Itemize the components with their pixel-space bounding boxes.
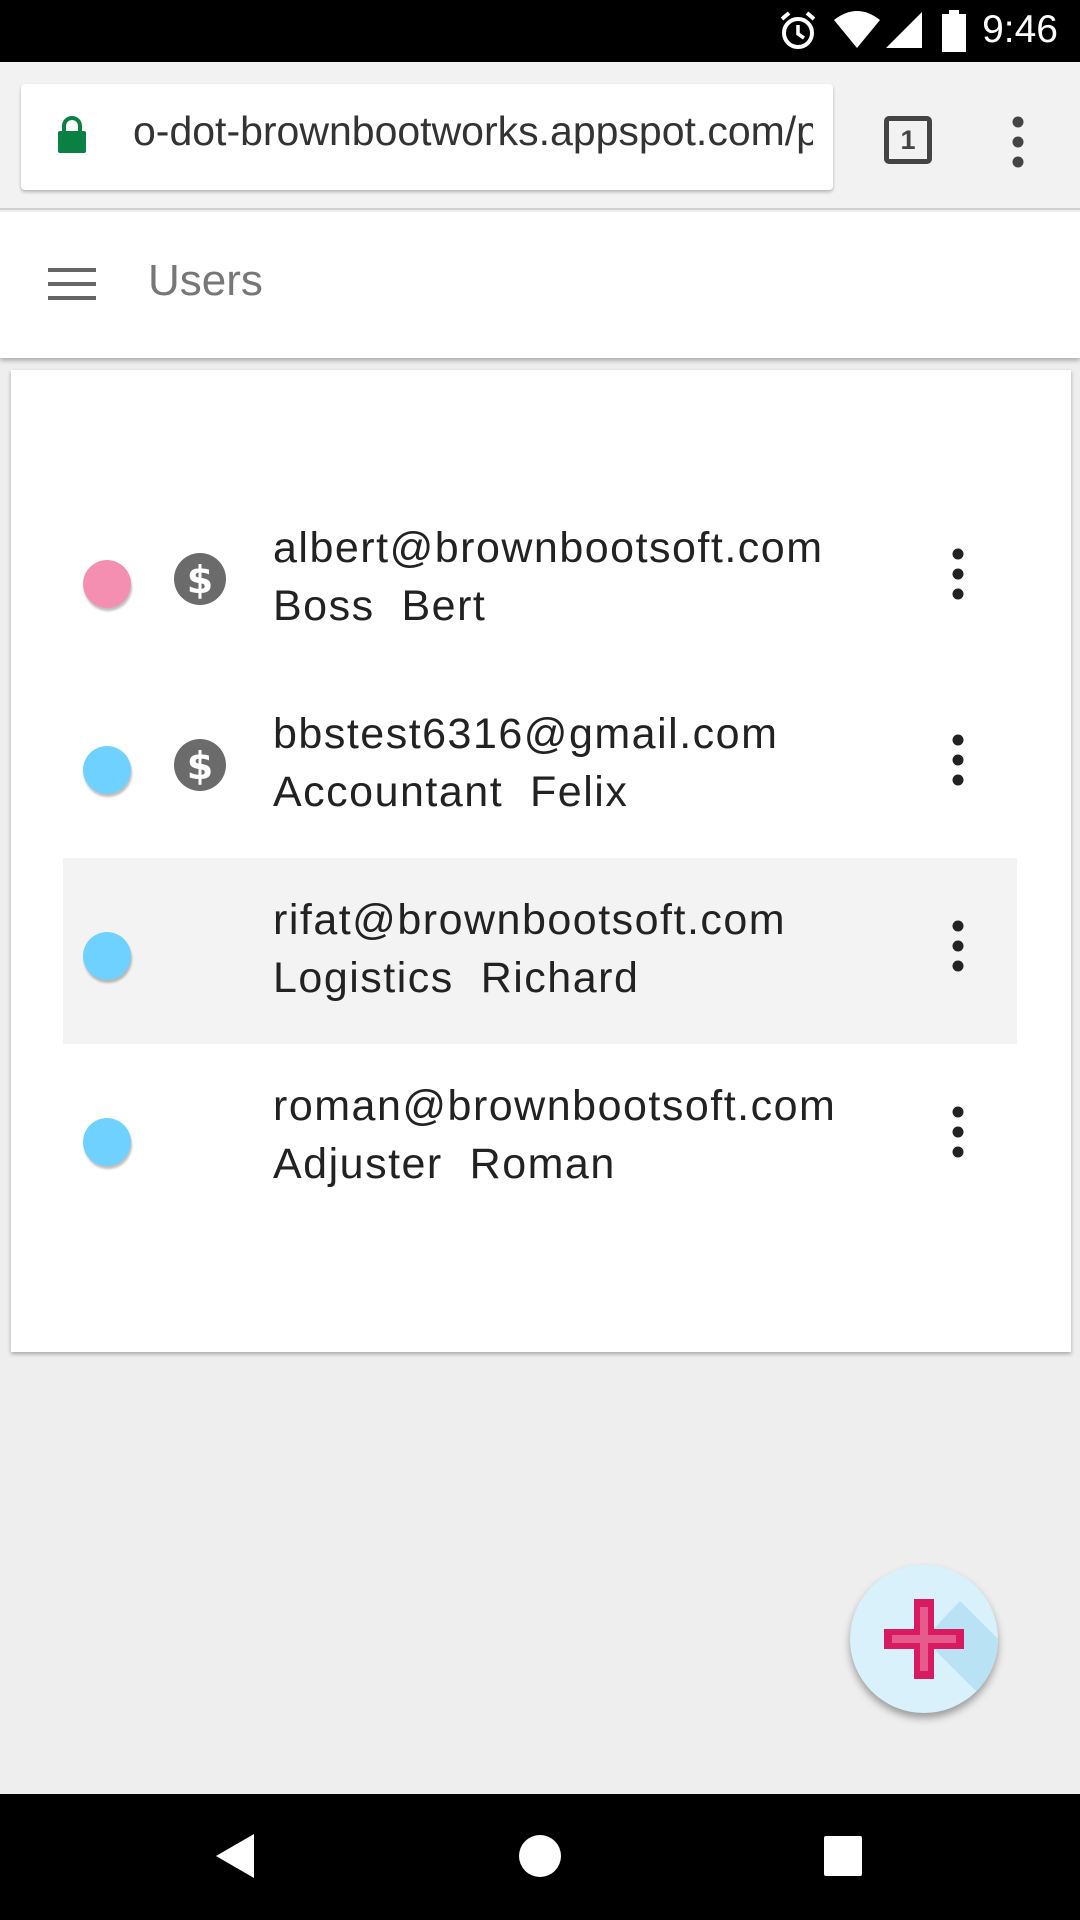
user-name: Logistics Richard (273, 954, 640, 1002)
user-name: Boss Bert (273, 582, 487, 630)
back-icon[interactable] (214, 1832, 256, 1885)
overflow-menu-icon[interactable] (1000, 112, 1036, 172)
svg-text:$: $ (187, 558, 213, 602)
home-icon[interactable] (518, 1832, 562, 1885)
hamburger-icon[interactable] (48, 264, 98, 304)
status-bar: 9:46 (0, 0, 1080, 62)
user-email: rifat@brownbootsoft.com (273, 896, 787, 944)
user-row[interactable]: roman@brownbootsoft.com Adjuster Roman (63, 1044, 1017, 1230)
user-row[interactable]: rifat@brownbootsoft.com Logistics Richar… (63, 858, 1017, 1044)
add-user-button[interactable] (850, 1565, 998, 1713)
more-vert-icon[interactable] (943, 916, 973, 976)
battery-icon (942, 10, 966, 57)
signal-icon (884, 10, 924, 55)
add-icon (884, 1599, 998, 1713)
dollar-icon: $ (173, 552, 227, 606)
svg-text:$: $ (187, 744, 213, 788)
user-row[interactable]: $ albert@brownbootsoft.com Boss Bert (63, 486, 1017, 672)
status-dot (83, 746, 131, 794)
tab-switcher-button[interactable]: 1 (884, 116, 932, 164)
user-row[interactable]: $ bbstest6316@gmail.com Accountant Felix (63, 672, 1017, 858)
alarm-icon (778, 10, 818, 57)
user-email: albert@brownbootsoft.com (273, 524, 824, 572)
page-title: Users (148, 256, 263, 305)
recents-icon[interactable] (822, 1832, 864, 1885)
browser-toolbar: o-dot-brownbootworks.appspot.com/p 1 (0, 62, 1080, 210)
status-time: 9:46 (982, 8, 1058, 51)
more-vert-icon[interactable] (943, 544, 973, 604)
users-card: $ albert@brownbootsoft.com Boss Bert $ b… (11, 370, 1071, 1352)
user-name: Adjuster Roman (273, 1140, 616, 1188)
app-bar: Users (0, 212, 1080, 358)
status-dot (83, 932, 131, 980)
system-nav-bar (0, 1794, 1080, 1920)
status-dot (83, 1118, 131, 1166)
wifi-icon (832, 10, 882, 55)
url-bar[interactable]: o-dot-brownbootworks.appspot.com/p (21, 84, 833, 190)
more-vert-icon[interactable] (943, 1102, 973, 1162)
url-text[interactable]: o-dot-brownbootworks.appspot.com/p (133, 108, 813, 155)
user-name: Accountant Felix (273, 768, 629, 816)
dollar-icon: $ (173, 738, 227, 792)
lock-icon (57, 116, 87, 159)
status-dot (83, 560, 131, 608)
user-email: roman@brownbootsoft.com (273, 1082, 837, 1130)
more-vert-icon[interactable] (943, 730, 973, 790)
user-email: bbstest6316@gmail.com (273, 710, 779, 758)
